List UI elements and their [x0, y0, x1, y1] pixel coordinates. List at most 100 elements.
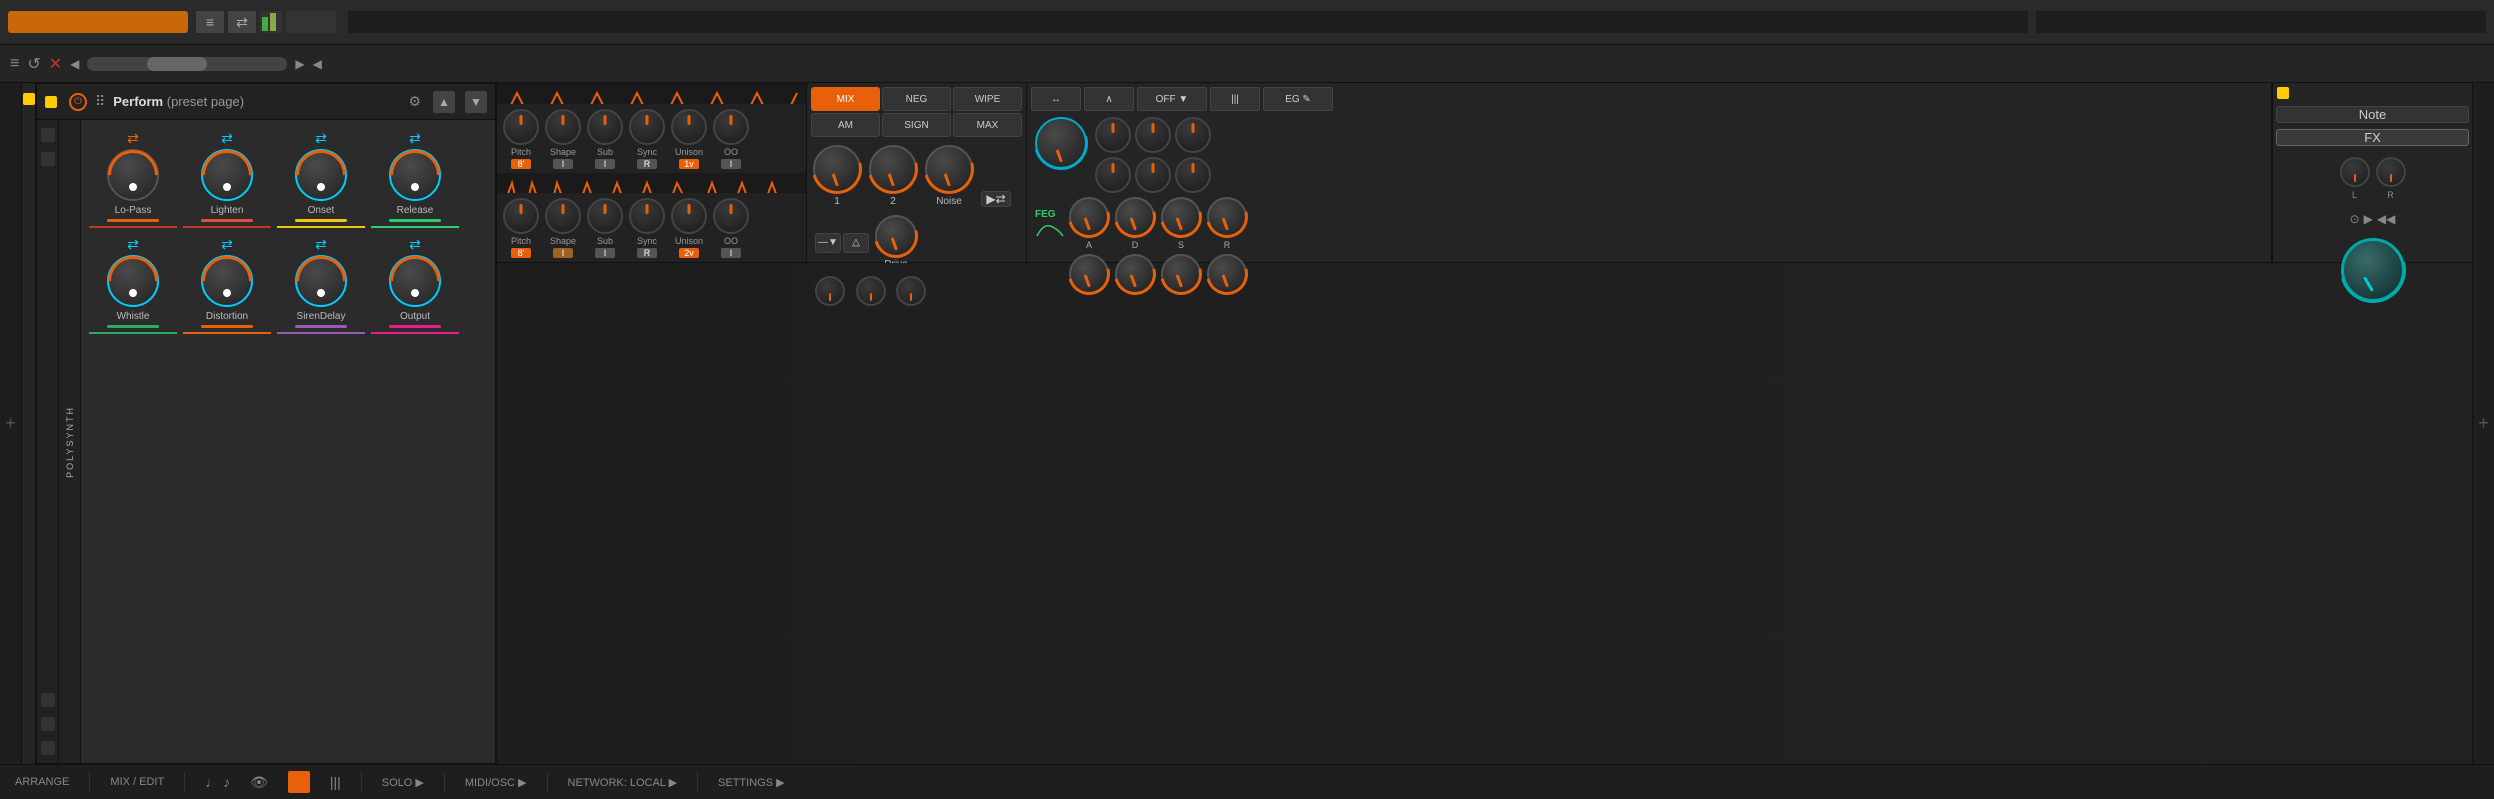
bottom-solo[interactable]: SOLO ▶	[382, 776, 424, 789]
bottom-network[interactable]: NETWORK: LOCAL ▶	[568, 776, 678, 789]
plugin-sidebar	[37, 120, 59, 763]
bottom-bars-icon[interactable]: |||	[330, 774, 341, 790]
macro-knob-release[interactable]	[389, 149, 441, 201]
aeg-a-knob[interactable]	[1069, 254, 1109, 294]
feg-s-knob[interactable]	[1161, 197, 1201, 237]
osc1-sync-knob[interactable]	[629, 109, 665, 145]
macro-colorbar-whistle	[107, 325, 159, 328]
lfo-off-btn[interactable]: OFF ▼	[1137, 87, 1207, 111]
rect-icon	[41, 693, 55, 707]
filter-knob-4[interactable]	[1095, 157, 1131, 193]
osc1-unison-knob[interactable]	[671, 109, 707, 145]
osc1-pitch-knob[interactable]	[503, 109, 539, 145]
nav-down-btn[interactable]: ▼	[465, 91, 487, 113]
settings-icon[interactable]: ⚙	[408, 93, 421, 110]
arrows-icon[interactable]: ⇄	[228, 11, 256, 33]
bottom-eye-icon[interactable]: 👁	[250, 774, 268, 791]
macro-knob-lighten[interactable]	[201, 149, 253, 201]
aeg-d-knob[interactable]	[1115, 254, 1155, 294]
grid-icon[interactable]	[41, 152, 55, 166]
track-add-right[interactable]: +	[2472, 83, 2494, 764]
osc2-shape-knob[interactable]	[545, 198, 581, 234]
macro-knob-lopass[interactable]	[107, 149, 159, 201]
fx-btn[interactable]: FX	[2276, 129, 2469, 146]
filter-knob-6[interactable]	[1175, 157, 1211, 193]
filter-knob-3[interactable]	[1175, 117, 1211, 153]
next-arrow[interactable]: ▶	[295, 57, 304, 71]
divider-row-1	[89, 226, 487, 228]
lfo-sync-btn[interactable]: ↔	[1031, 87, 1081, 111]
note-btn[interactable]: Note	[2276, 106, 2469, 123]
mix-btn-am[interactable]: AM	[811, 113, 880, 137]
osc1-shape-knob[interactable]	[545, 109, 581, 145]
pan-r-knob[interactable]	[2376, 157, 2406, 187]
page-icon[interactable]	[41, 128, 55, 142]
mix-btn-wipe[interactable]: WIPE	[953, 87, 1022, 111]
prev-arrow[interactable]: ◀	[70, 57, 79, 71]
track-add-left[interactable]: +	[0, 83, 22, 764]
mix-btn-mix[interactable]: MIX	[811, 87, 880, 111]
filter-knob-1[interactable]	[1095, 117, 1131, 153]
mix-knob-noise[interactable]	[925, 145, 973, 193]
plugin-power-btn[interactable]: ⏻	[69, 93, 87, 111]
list-icon[interactable]: ≡	[10, 55, 19, 73]
feg-d-knob[interactable]	[1115, 197, 1155, 237]
mix-drive-knob[interactable]	[875, 215, 917, 257]
mix-route-btn[interactable]: —▼	[815, 233, 841, 253]
pan-r-group: R	[2376, 157, 2406, 200]
osc1-oo-knob[interactable]	[713, 109, 749, 145]
close-icon[interactable]: ✕	[49, 54, 62, 74]
mix-knob-2[interactable]	[869, 145, 917, 193]
bottom-settings[interactable]: SETTINGS ▶	[718, 776, 785, 789]
bottom-note-icon[interactable]: ♩ ♪	[205, 774, 230, 790]
macro-knob-output[interactable]	[389, 255, 441, 307]
osc1-unison-label: Unison	[675, 147, 703, 157]
mix-knob-1[interactable]	[813, 145, 861, 193]
mix-pitch-knob[interactable]	[815, 276, 845, 306]
osc2-sync-knob[interactable]	[629, 198, 665, 234]
osc2-sub-knob[interactable]	[587, 198, 623, 234]
mix-btn-neg[interactable]: NEG	[882, 87, 951, 111]
osc2-unison-knob[interactable]	[671, 198, 707, 234]
osc2-sub-label: Sub	[597, 236, 613, 246]
pan-l-knob[interactable]	[2340, 157, 2370, 187]
scrollbar[interactable]	[87, 57, 287, 71]
route-lr-btn[interactable]: ▶⇄	[981, 191, 1011, 207]
bottom-divider-2	[184, 772, 185, 792]
macro-knob-whistle[interactable]	[107, 255, 159, 307]
osc2-oo-knob[interactable]	[713, 198, 749, 234]
lfo-bars-btn[interactable]: |||	[1210, 87, 1260, 111]
mix-btn-max[interactable]: MAX	[953, 113, 1022, 137]
macro-label-whistle: Whistle	[117, 311, 150, 322]
out-knob[interactable]	[2341, 238, 2405, 302]
mix-glide-knob[interactable]	[856, 276, 886, 306]
bottom-mix-edit[interactable]: MIX / EDIT	[110, 776, 164, 788]
feg-r-knob[interactable]	[1207, 197, 1247, 237]
refresh-icon[interactable]: ↺	[27, 54, 40, 74]
filter-knob-5[interactable]	[1135, 157, 1171, 193]
bottom-orange-btn[interactable]	[288, 771, 310, 793]
lfo-shape-btn[interactable]: ∧	[1084, 87, 1134, 111]
macro-knob-sirendelay[interactable]	[295, 255, 347, 307]
mix-tri-btn[interactable]: △	[843, 233, 869, 253]
aeg-s-knob[interactable]	[1161, 254, 1201, 294]
nav-up-btn[interactable]: ▲	[433, 91, 455, 113]
prev-arrow-2[interactable]: ◀	[313, 57, 322, 71]
bottom-arrange[interactable]: ARRANGE	[15, 776, 69, 788]
aeg-r-knob[interactable]	[1207, 254, 1247, 294]
macro-knob-distortion[interactable]	[201, 255, 253, 307]
osc2-waveform	[497, 173, 806, 195]
macro-knob-onset[interactable]	[295, 149, 347, 201]
macro-arrow-output: ⇄	[409, 236, 421, 253]
feg-a-knob[interactable]	[1069, 197, 1109, 237]
filter-knob-2[interactable]	[1135, 117, 1171, 153]
bottom-divider-4	[444, 772, 445, 792]
osc1-sub-knob[interactable]	[587, 109, 623, 145]
filter-main-knob[interactable]	[1035, 117, 1087, 169]
timeline-right	[2036, 11, 2486, 33]
mix-btn-sign[interactable]: SIGN	[882, 113, 951, 137]
osc2-pitch-knob[interactable]	[503, 198, 539, 234]
hamburger-icon[interactable]: ≡	[196, 11, 224, 33]
bottom-midi[interactable]: MIDI/OSC ▶	[465, 776, 527, 789]
lfo-eg-btn[interactable]: EG ✎	[1263, 87, 1333, 111]
